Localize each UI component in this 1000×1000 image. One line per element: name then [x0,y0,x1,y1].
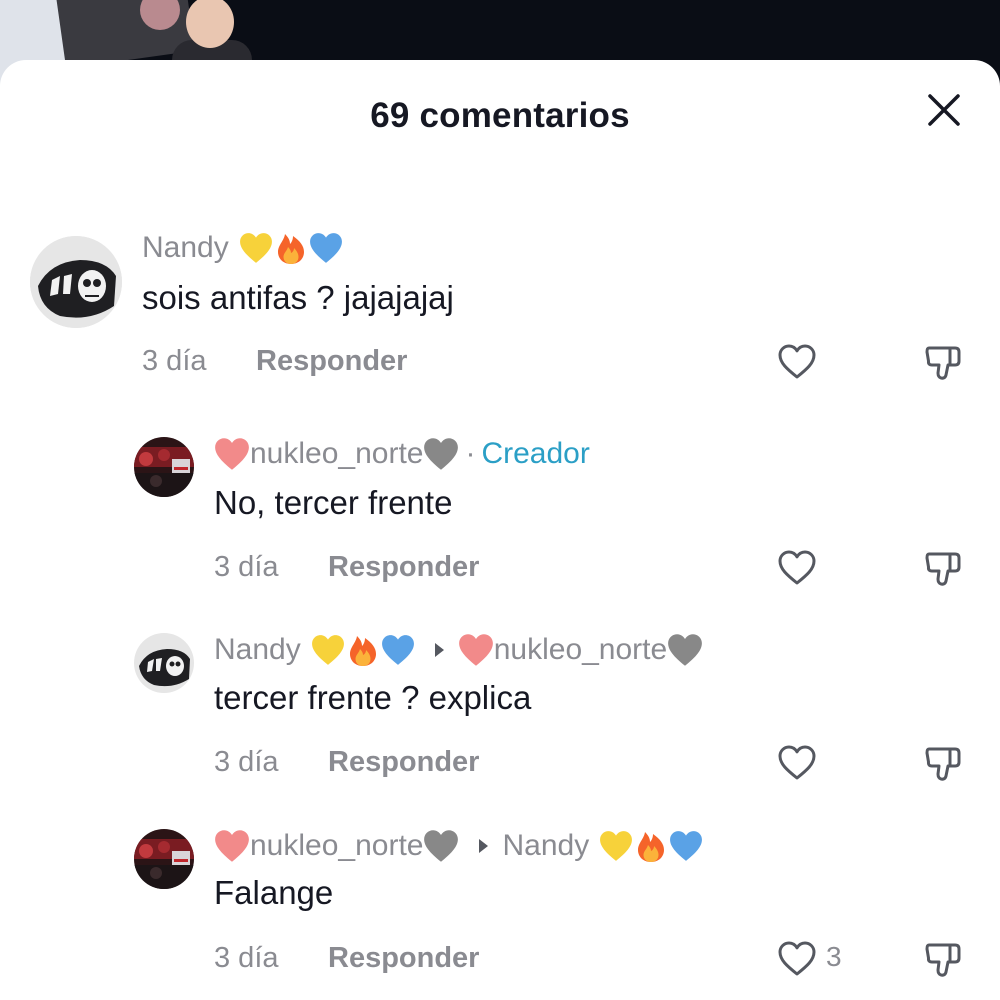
yellow-heart-icon [599,830,633,862]
heart-outline-icon [778,344,816,379]
skull-logo-avatar-icon [134,633,194,693]
avatar[interactable] [134,829,194,889]
reply-to-username[interactable]: nukleo_norte [494,633,667,667]
username[interactable]: nukleo_norte [250,829,423,863]
like-button[interactable] [776,547,818,589]
like-button[interactable] [776,938,818,980]
comment-text: Falange [214,874,334,911]
close-button[interactable] [924,90,964,130]
thumbs-down-icon [925,552,961,586]
avatar[interactable] [134,633,194,693]
skull-logo-avatar-icon [30,236,122,328]
red-heart-icon [214,437,250,471]
blue-heart-icon [309,232,343,264]
grey-heart-icon [423,437,459,471]
reply-to-username[interactable]: Nandy [502,829,589,863]
thumbs-down-icon [925,346,961,380]
fire-icon [635,829,667,863]
heart-outline-icon [778,550,816,585]
creator-badge: Creador [481,437,590,470]
username[interactable]: nukleo_norte [250,437,423,471]
thumbs-down-icon [925,943,961,977]
comment-text: sois antifas ? jajajajaj [142,279,454,316]
comment-time: 3 día [214,746,279,778]
reply-button[interactable]: Responder [328,551,479,584]
thumbs-down-icon [925,747,961,781]
comment-time: 3 día [214,942,279,974]
like-button[interactable] [776,742,818,784]
comments-title: 69 comentarios [370,96,630,135]
dislike-button[interactable] [922,547,964,589]
comment-header: Nandy nukleo_norte [214,630,703,670]
like-button[interactable] [776,341,818,383]
comment-header: nukleo_norte Nandy [214,826,703,866]
blue-heart-icon [669,830,703,862]
red-heart-icon [458,633,494,667]
dislike-button[interactable] [922,938,964,980]
grey-heart-icon [423,829,459,863]
comment-text: tercer frente ? explica [214,679,532,716]
comment-time: 3 día [214,551,279,583]
comment-header: Nandy [142,228,343,268]
yellow-heart-icon [239,232,273,264]
comment-text: No, tercer frente [214,484,453,521]
fire-icon [275,231,307,265]
yellow-heart-icon [311,634,345,666]
reply-arrow-icon [434,643,444,657]
separator-dot: · [465,437,476,470]
reply-button[interactable]: Responder [328,942,479,975]
username[interactable]: Nandy [142,231,229,265]
red-heart-icon [214,829,250,863]
crowd-photo-avatar-icon [134,829,194,889]
blue-heart-icon [381,634,415,666]
like-count: 3 [826,941,842,972]
crowd-photo-avatar-icon [134,437,194,497]
comment-header: nukleo_norte · Creador [214,434,590,474]
avatar[interactable] [30,236,122,328]
reply-button[interactable]: Responder [328,746,479,779]
grey-heart-icon [667,633,703,667]
fire-icon [347,633,379,667]
heart-outline-icon [778,941,816,976]
reply-arrow-icon [479,839,489,853]
close-icon [928,94,960,126]
dislike-button[interactable] [922,341,964,383]
reply-button[interactable]: Responder [256,345,407,378]
avatar[interactable] [134,437,194,497]
username[interactable]: Nandy [214,633,301,667]
comment-time: 3 día [142,345,207,377]
dislike-button[interactable] [922,742,964,784]
heart-outline-icon [778,745,816,780]
